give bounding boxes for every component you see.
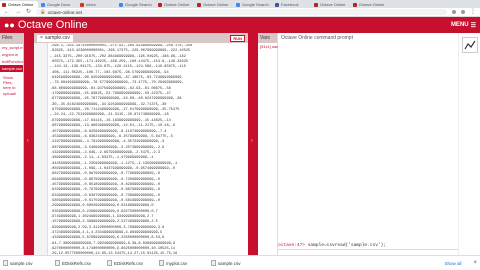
browser-tab[interactable]: Octave Online — [312, 1, 350, 8]
url-text: octave-online.net — [47, 9, 82, 15]
browser-tab[interactable]: Octave Online — [156, 1, 194, 8]
csv-content[interactable]: -298.1,-292.33715000000001,-271.93,-264.… — [50, 44, 246, 255]
download-item[interactable]: EDiskRefs.csv — [55, 260, 99, 266]
editor-tab-label: sample.csv — [44, 35, 70, 41]
file-icon — [55, 260, 60, 266]
file-item-selected[interactable]: sample.csv — [0, 65, 23, 72]
address-bar-row: ← → ↻ 🔒 octave-online.net ⋮ — [0, 8, 480, 17]
browser-tab[interactable]: Google Search — [234, 1, 272, 8]
line-chart-icon — [464, 40, 476, 50]
favicon-icon — [119, 2, 123, 7]
close-tab-icon[interactable]: × — [40, 35, 43, 41]
show-all-downloads-link[interactable]: Show all — [444, 261, 461, 266]
favicon-icon — [41, 2, 45, 7]
download-name: myplot.csv — [166, 260, 188, 266]
octave-favicon-icon — [2, 2, 6, 7]
right-collapse-handle[interactable]: › — [248, 33, 258, 255]
download-name: EDiskRefs.csv — [62, 260, 92, 266]
files-upload-note[interactable]: Show Files, here to upload! — [0, 72, 23, 99]
file-icon — [3, 260, 8, 266]
editor-file-tab[interactable]: × sample.csv — [37, 34, 73, 42]
hamburger-icon: ☰ — [470, 22, 476, 29]
browser-tab-strip: Octave Online Google Docs Inbox Google S… — [0, 0, 480, 8]
favicon-icon — [158, 2, 162, 7]
tab-label: Octave Online — [8, 2, 34, 7]
favicon-icon — [236, 2, 240, 7]
line-gutter — [34, 43, 48, 255]
code-area[interactable]: -298.1,-292.33715000000001,-271.93,-264.… — [34, 43, 248, 255]
tab-label: Google Search — [242, 2, 269, 7]
console-output-line: octave:47> sample=csvread('sample.csv'); — [278, 243, 458, 248]
browser-tab[interactable]: Facebook — [273, 1, 311, 8]
browser-tab[interactable]: Octave Online — [195, 1, 233, 8]
menu-label: MENU — [450, 22, 469, 28]
octave-logo-icon: ●● — [4, 20, 15, 30]
browser-menu-icon[interactable]: ⋮ — [470, 9, 476, 15]
url-field[interactable]: 🔒 octave-online.net — [36, 9, 447, 15]
tab-label: Google Search — [125, 2, 152, 7]
variables-panel: Vars [51x1] sample — [258, 33, 285, 255]
download-name: EDiskRefs.csv — [114, 260, 144, 266]
close-icon[interactable]: × — [473, 260, 477, 266]
menu-button[interactable]: MENU ☰ — [451, 22, 476, 29]
tab-label: Inbox — [86, 2, 96, 7]
favicon-icon — [353, 2, 357, 7]
run-button[interactable]: RUN — [230, 34, 245, 42]
file-item[interactable]: buffFunction.m — [0, 58, 23, 65]
extension-icon[interactable] — [461, 10, 465, 14]
file-item[interactable]: my_script.m — [0, 44, 23, 51]
downloads-bar: sample.csv EDiskRefs.csv EDiskRefs.csv m… — [0, 255, 480, 270]
tab-label: Octave Online — [320, 2, 346, 7]
tab-label: Google Docs — [47, 2, 71, 7]
file-item[interactable]: myplot.m — [0, 51, 23, 58]
variable-item[interactable]: [51x1] sample — [258, 43, 285, 50]
back-icon[interactable]: ← — [4, 9, 10, 15]
console-command: sample=csvread('sample.csv'); — [307, 243, 387, 248]
favicon-icon — [275, 2, 279, 7]
editor-header: × sample.csv RUN — [34, 33, 248, 43]
browser-tab[interactable]: Google Search — [117, 1, 155, 8]
download-item[interactable]: sample.csv — [3, 260, 47, 266]
app-header: ●● Octave Online MENU ☰ — [0, 17, 480, 33]
browser-tab[interactable]: Google Docs — [39, 1, 77, 8]
plot-window-button[interactable] — [462, 37, 478, 53]
download-name: sample.csv — [10, 260, 33, 266]
file-icon — [107, 260, 112, 266]
chevron-left-icon: ‹ — [27, 138, 29, 144]
download-name: sample.csv — [218, 260, 241, 266]
files-header: Files — [0, 33, 23, 44]
app-title: Octave Online — [17, 19, 88, 31]
tab-label: Octave Online — [203, 2, 229, 7]
favicon-icon — [197, 2, 201, 7]
favicon-icon — [314, 2, 318, 7]
console-panel: Octave Online command prompt octave:47> … — [278, 33, 458, 255]
file-icon — [159, 260, 164, 266]
tab-label: Facebook — [281, 2, 299, 7]
browser-tab[interactable]: Octave Online — [351, 1, 389, 8]
tab-label: Octave Online — [359, 2, 385, 7]
variables-header: Vars — [258, 33, 277, 43]
chevron-right-icon: › — [251, 138, 253, 144]
console-header: Octave Online command prompt — [278, 33, 458, 43]
download-item[interactable]: myplot.csv — [159, 260, 203, 266]
console-prompt: octave:47> — [278, 243, 306, 248]
reload-icon[interactable]: ↻ — [26, 9, 31, 15]
left-collapse-handle[interactable]: ‹ — [24, 33, 34, 255]
files-panel: Files my_script.m myplot.m buffFunction.… — [0, 33, 24, 255]
file-icon — [211, 260, 216, 266]
favicon-icon — [80, 2, 84, 7]
editor-panel: × sample.csv RUN -298.1,-292.33715000000… — [34, 33, 248, 255]
forward-icon[interactable]: → — [15, 9, 21, 15]
lock-icon: 🔒 — [40, 9, 46, 14]
extension-icon[interactable] — [452, 10, 456, 14]
download-item[interactable]: EDiskRefs.csv — [107, 260, 151, 266]
download-item[interactable]: sample.csv — [211, 260, 255, 266]
tab-label: Octave Online — [164, 2, 190, 7]
right-toolbar — [458, 33, 480, 255]
browser-tab[interactable]: Octave Online — [0, 1, 38, 8]
browser-tab[interactable]: Inbox — [78, 1, 116, 8]
